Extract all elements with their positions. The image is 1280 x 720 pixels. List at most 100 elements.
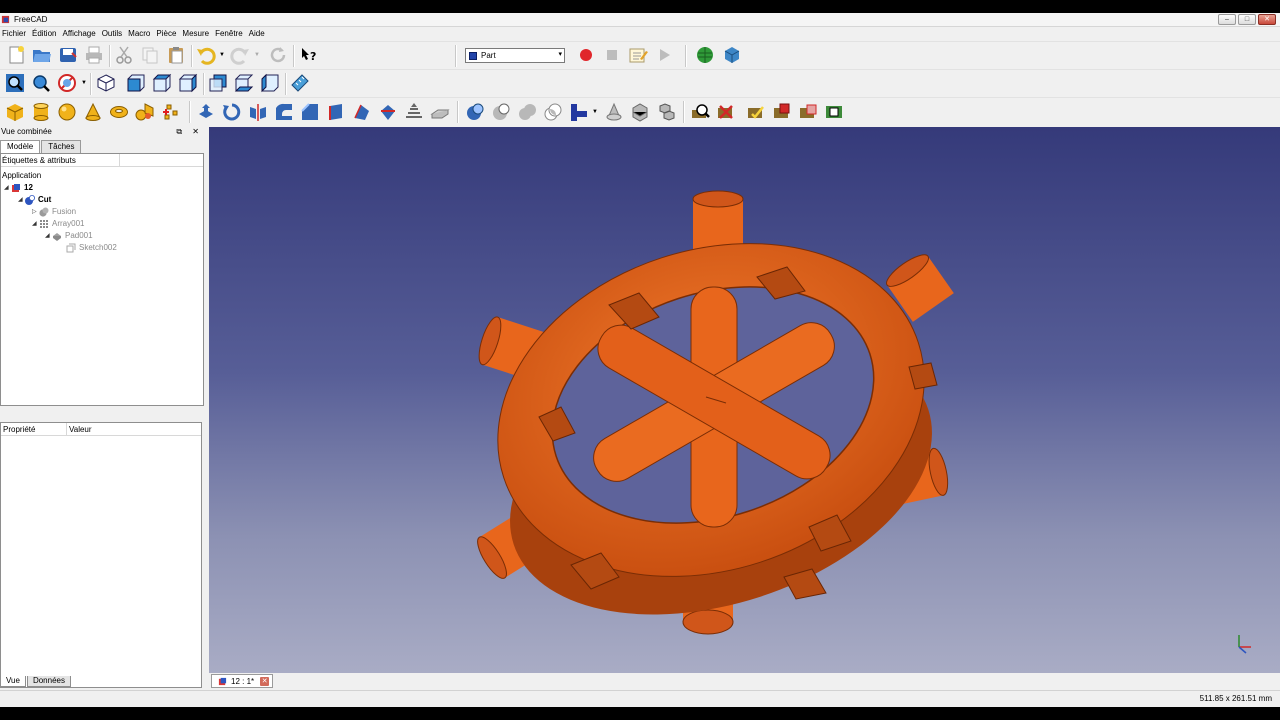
part-sphere-icon[interactable] [57,102,77,122]
tree-item-sketch002[interactable]: Sketch002 [66,242,117,254]
part-shape-builder-icon[interactable] [161,102,181,122]
tree-header-labels[interactable]: Étiquettes & attributs [1,154,120,166]
part-join-dropdown-icon[interactable]: ▼ [592,109,598,115]
tree-item-fusion[interactable]: ▷ Fusion [32,206,76,218]
part-check-geometry-icon[interactable] [690,102,710,122]
expand-arrow-icon[interactable]: ▷ [32,206,39,218]
view-front-icon[interactable] [126,73,146,93]
part-cross-sections-icon[interactable] [630,102,650,122]
macro-record-icon[interactable] [576,45,596,65]
measure-distance-icon[interactable] [290,73,310,93]
part-slice-icon[interactable] [798,102,818,122]
part-fillet-icon[interactable] [274,102,294,122]
part-sweep-icon[interactable] [404,102,424,122]
redo-dropdown-icon[interactable]: ▼ [254,52,260,58]
part-common-icon[interactable] [543,102,563,122]
value-column-header[interactable]: Valeur [67,423,201,435]
part-split-icon[interactable] [772,102,792,122]
menu-affichage[interactable]: Affichage [62,27,100,40]
paste-icon[interactable] [166,45,186,65]
fit-selection-icon[interactable] [31,73,51,93]
part-fuse-icon[interactable] [517,102,537,122]
menu-mesure[interactable]: Mesure [182,27,214,40]
part-make-face-icon[interactable] [326,102,346,122]
part-cylinder-icon[interactable] [31,102,51,122]
whats-this-help-icon[interactable]: ? [299,45,319,65]
part-xor-icon[interactable] [824,102,844,122]
part-extrude-icon[interactable] [196,102,216,122]
menu-fichier[interactable]: Fichier [2,27,31,40]
fit-all-icon[interactable] [5,73,25,93]
part-boolean-icon[interactable] [465,102,485,122]
collapse-arrow-icon[interactable]: ◢ [32,218,39,230]
part-primitives-icon[interactable] [135,102,155,122]
part-revolve-icon[interactable] [222,102,242,122]
view-isometric-icon[interactable] [96,73,116,93]
menu-edition[interactable]: Édition [32,27,61,40]
view-top-icon[interactable] [152,73,172,93]
save-icon[interactable] [58,45,78,65]
tree-item-pad001[interactable]: ◢ Pad001 [45,230,93,242]
refresh-icon[interactable] [268,45,288,65]
tree-item-document[interactable]: ◢ 12 [4,182,33,194]
open-folder-icon[interactable] [32,45,52,65]
minimize-button[interactable]: – [1218,14,1236,25]
3d-viewport[interactable] [209,127,1280,673]
part-defeaturing-icon[interactable] [716,102,736,122]
property-column-header[interactable]: Propriété [1,423,67,435]
part-cone-icon[interactable] [83,102,103,122]
part-section-icon[interactable] [604,102,624,122]
redo-icon[interactable] [230,45,250,65]
maximize-button[interactable]: □ [1238,14,1256,25]
draw-style-dropdown-icon[interactable]: ▼ [81,80,87,86]
panel-float-close-icon[interactable]: ⧉ ✕ [176,126,203,138]
workbench-selector[interactable]: Part ▾ [465,48,565,63]
part-ruled-surface-icon[interactable] [352,102,372,122]
copy-icon[interactable] [140,45,160,65]
part-mirror-icon[interactable] [248,102,268,122]
close-button[interactable]: ✕ [1258,14,1276,25]
menu-piece[interactable]: Pièce [156,27,181,40]
undo-icon[interactable] [196,45,216,65]
tree-item-cut[interactable]: ◢ Cut [18,194,51,206]
part-join-icon[interactable] [569,102,589,122]
menu-outils[interactable]: Outils [102,27,127,40]
draw-style-icon[interactable] [57,73,77,93]
cut-icon[interactable] [114,45,134,65]
macro-edit-icon[interactable] [628,45,648,65]
collapse-arrow-icon[interactable]: ◢ [45,230,52,242]
view-right-icon[interactable] [178,73,198,93]
tree-item-array001[interactable]: ◢ Array001 [32,218,84,230]
tab-donnees[interactable]: Données [26,676,71,687]
part-compound-icon[interactable] [656,102,676,122]
tab-vue[interactable]: Vue [0,676,26,687]
close-tab-icon[interactable]: ✕ [260,676,270,686]
view-left-icon[interactable] [260,73,280,93]
undo-dropdown-icon[interactable]: ▼ [219,52,225,58]
part-torus-icon[interactable] [109,102,129,122]
3d-model-ship-wheel[interactable] [209,127,1280,673]
print-icon[interactable] [84,45,104,65]
new-document-icon[interactable] [6,45,26,65]
macro-stop-icon[interactable] [602,45,622,65]
collapse-arrow-icon[interactable]: ◢ [4,182,11,194]
collapse-arrow-icon[interactable]: ◢ [18,194,25,206]
part-loft-icon[interactable] [378,102,398,122]
part-chamfer-icon[interactable] [300,102,320,122]
macro-run-icon[interactable] [654,45,674,65]
menu-aide[interactable]: Aide [249,27,270,40]
part-refine-shape-icon[interactable] [746,102,766,122]
tab-modele[interactable]: Modèle [0,140,41,153]
part-cube-icon[interactable] [722,45,742,65]
menu-macro[interactable]: Macro [128,27,155,40]
web-browser-icon[interactable] [695,45,715,65]
part-box-icon[interactable] [5,102,25,122]
part-cut-icon[interactable] [491,102,511,122]
document-tab[interactable]: 12 : 1* ✕ [211,674,273,688]
tree-item-application[interactable]: Application [2,170,41,182]
tab-taches[interactable]: Tâches [41,140,82,153]
view-bottom-icon[interactable] [234,73,254,93]
part-offset-icon[interactable] [430,102,450,122]
menu-fenetre[interactable]: Fenêtre [215,27,248,40]
view-rear-icon[interactable] [208,73,228,93]
